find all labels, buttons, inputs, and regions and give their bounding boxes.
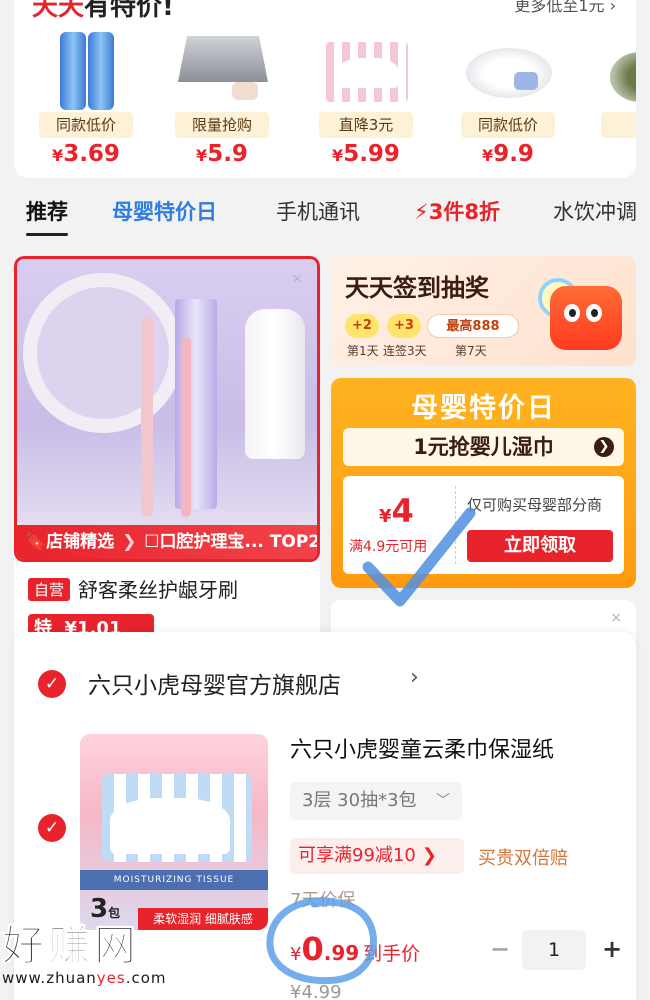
deal-item[interactable]: 限量抢购 ¥5.9 bbox=[162, 18, 282, 178]
deal-tag: 同款低价 bbox=[39, 112, 133, 138]
deal-price: ¥9.9 bbox=[482, 141, 534, 167]
thumb-band: MOISTURIZING TISSUE bbox=[80, 870, 268, 890]
signin-day-label: 第1天 bbox=[347, 344, 379, 358]
watermark-url: www.zhuanyes.com bbox=[2, 969, 167, 987]
deal-tag: 同款低价 bbox=[461, 112, 555, 138]
chevron-down-icon: ﹀ bbox=[436, 793, 450, 809]
deal-image bbox=[172, 18, 272, 112]
deal-tag: 直降3元 bbox=[319, 112, 413, 138]
deal-tag: 同 bbox=[601, 112, 636, 138]
deal-image bbox=[36, 18, 136, 112]
promotion-chip[interactable]: 可享满99减10 ❯ bbox=[290, 838, 464, 874]
signin-day-label: 第7天 bbox=[455, 344, 487, 358]
daily-signin-card[interactable]: 天天签到抽奖 +2 +3 最高888 第1天 连签3天 第7天 bbox=[331, 256, 636, 366]
quantity-input[interactable]: 1 bbox=[522, 930, 586, 970]
product-name: 自营 舒客柔丝护龈牙刷 bbox=[28, 574, 238, 603]
store-pick-icon: 🔖 bbox=[25, 532, 47, 552]
self-operated-badge: 自营 bbox=[28, 578, 71, 601]
mascot-icon bbox=[550, 286, 622, 350]
tab-drinks[interactable]: 水饮冲调 bbox=[553, 196, 637, 226]
mom-card-banner[interactable]: 1元抢婴儿湿巾 ❯ bbox=[343, 428, 624, 466]
quantity-stepper: − 1 + bbox=[486, 930, 626, 970]
store-select-checkbox[interactable]: ✓ bbox=[38, 670, 66, 698]
increase-button[interactable]: + bbox=[598, 930, 626, 970]
deal-price: ¥5.99 bbox=[332, 141, 400, 167]
lightning-icon: ⚡ bbox=[414, 200, 429, 224]
deal-image bbox=[458, 18, 558, 112]
circle-annotation-icon bbox=[266, 897, 377, 985]
chevron-right-icon: › bbox=[410, 665, 419, 690]
deals-more-link[interactable]: 更多低至1元 › bbox=[514, 0, 616, 16]
chevron-right-icon: ❯ bbox=[594, 437, 614, 457]
watermark-logo: 好赚网 www.zhuanyes.com bbox=[2, 912, 202, 992]
claim-coupon-button[interactable]: 立即领取 bbox=[467, 530, 613, 562]
mouth-care-icon: ☐ bbox=[144, 532, 160, 552]
signin-chip: +3 bbox=[387, 314, 421, 338]
tab-label: 3件8折 bbox=[428, 200, 500, 224]
deal-item[interactable]: 直降3元 ¥5.99 bbox=[306, 18, 426, 178]
deal-price: ¥5.9 bbox=[196, 141, 248, 167]
chevron-right-icon: ❯ bbox=[421, 845, 437, 866]
close-icon[interactable]: × bbox=[291, 271, 303, 287]
product-image: × 🔖店铺精选 ❯ ☐口腔护理宝... TOP2 bbox=[14, 256, 320, 562]
deal-item[interactable]: 同款低价 ¥9.9 bbox=[448, 18, 568, 178]
item-select-checkbox[interactable]: ✓ bbox=[38, 814, 66, 842]
sku-selector[interactable]: 3层 30抽*3包 ﹀ bbox=[290, 782, 462, 820]
tab-phones[interactable]: 手机通讯 bbox=[276, 196, 360, 226]
deal-item[interactable]: 同 ¥ bbox=[588, 18, 636, 178]
deals-section: 天天有特价! 更多低至1元 › 同款低价 ¥3.69 限量抢购 ¥5.9 直降3… bbox=[14, 0, 636, 178]
mom-card-title: 母婴特价日 bbox=[411, 393, 556, 424]
deal-image bbox=[316, 18, 416, 112]
signin-title: 天天签到抽奖 bbox=[345, 274, 489, 302]
signin-chip: 最高888 bbox=[427, 314, 519, 338]
close-icon[interactable]: × bbox=[610, 610, 622, 626]
signin-chip: +2 bbox=[345, 314, 379, 338]
tab-recommend[interactable]: 推荐 bbox=[26, 196, 68, 236]
deal-price: ¥3.69 bbox=[52, 141, 120, 167]
decrease-button[interactable]: − bbox=[486, 930, 514, 970]
tab-mom-baby-sale[interactable]: 母婴特价日 bbox=[112, 196, 217, 226]
deal-item[interactable]: 同款低价 ¥3.69 bbox=[26, 18, 146, 178]
signin-day-label: 连签3天 bbox=[383, 344, 427, 358]
ranking-bar: 🔖店铺精选 ❯ ☐口腔护理宝... TOP2 bbox=[17, 525, 317, 559]
deal-tag: 限量抢购 bbox=[175, 112, 269, 138]
item-title[interactable]: 六只小虎婴童云柔巾保湿纸 bbox=[290, 732, 554, 764]
tab-3-for-80[interactable]: ⚡3件8折 bbox=[414, 196, 500, 226]
deal-image bbox=[598, 18, 636, 112]
checkmark-annotation-icon bbox=[362, 507, 476, 607]
deal-price: ¥ bbox=[588, 141, 636, 167]
price-guarantee: 买贵双倍赔 bbox=[478, 848, 568, 869]
store-name[interactable]: 六只小虎母婴官方旗舰店 bbox=[88, 666, 341, 700]
product-card[interactable]: × 🔖店铺精选 ❯ ☐口腔护理宝... TOP2 自营 舒客柔丝护龈牙刷 特 ¥1… bbox=[14, 256, 320, 656]
coupon-note: 仅可购买母婴部分商 bbox=[467, 496, 603, 514]
item-thumbnail[interactable]: MOISTURIZING TISSUE 3包 柔软湿润 细腻肤感 bbox=[80, 734, 268, 930]
category-tabs: 推荐 母婴特价日 手机通讯 ⚡3件8折 水饮冲调 bbox=[0, 186, 650, 242]
